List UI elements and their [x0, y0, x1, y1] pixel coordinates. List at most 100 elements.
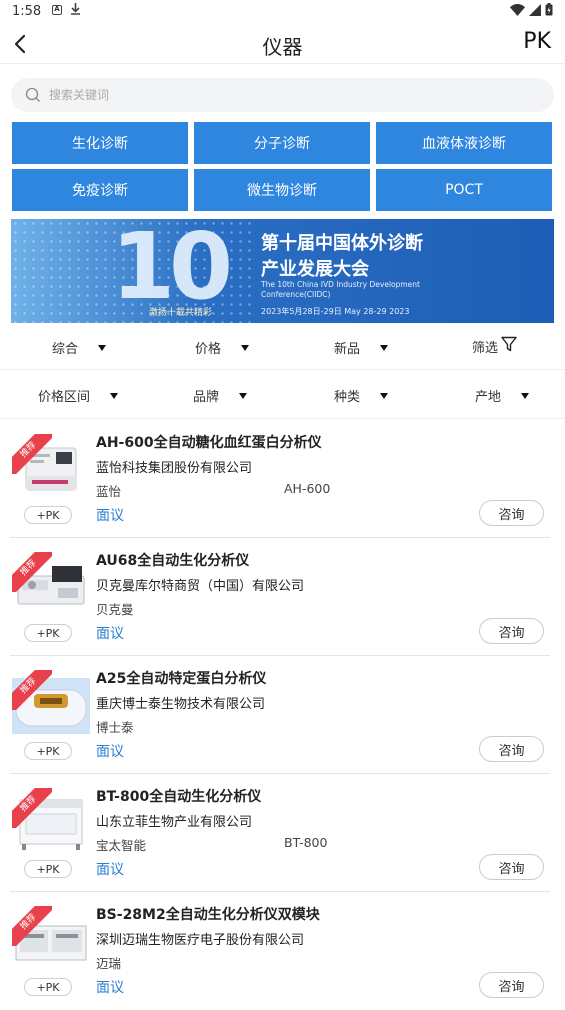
filter-label: 筛选: [472, 341, 499, 356]
filter-label: 品牌: [193, 390, 220, 405]
banner-date: 2023年5月28日-29日 May 28-29 2023: [261, 307, 410, 316]
dropdown-arrow-icon: [521, 392, 530, 399]
filter-funnel-icon: [501, 336, 517, 357]
filter-brand[interactable]: 品牌: [193, 386, 248, 405]
product-model: AH-600: [284, 481, 331, 496]
product-brand: 博士泰: [96, 720, 134, 735]
consult-button[interactable]: 咨询: [479, 854, 544, 880]
battery-icon: [545, 3, 553, 20]
category-molecular[interactable]: 分子诊断: [194, 122, 370, 164]
banner-title-line2: 产业发展大会: [261, 259, 369, 280]
filter-label: 产地: [475, 390, 502, 405]
pk-button[interactable]: PK: [523, 29, 551, 54]
product-company: 山东立菲生物产业有限公司: [96, 815, 253, 830]
sort-comprehensive[interactable]: 综合: [52, 338, 107, 357]
category-grid: 生化诊断 分子诊断 血液体液诊断 免疫诊断 微生物诊断 POCT: [12, 122, 553, 211]
sort-label: 综合: [52, 342, 79, 357]
category-poct[interactable]: POCT: [376, 169, 552, 211]
product-company: 重庆博士泰生物技术有限公司: [96, 697, 266, 712]
a-notification-icon: A: [52, 5, 62, 15]
promo-banner[interactable]: 10 激扬十载共精彩 第十届中国体外诊断 产业发展大会 The 10th Chi…: [11, 219, 554, 323]
recommend-badge: 推荐: [12, 788, 52, 828]
category-microbiology[interactable]: 微生物诊断: [194, 169, 370, 211]
sort-price[interactable]: 价格: [195, 338, 250, 357]
product-item[interactable]: 推荐 +PK BS-28M2全自动生化分析仪双模块 深圳迈瑞生物医疗电子股份有限…: [0, 892, 565, 1010]
product-price: 面议: [96, 980, 124, 996]
filter-label: 种类: [334, 390, 361, 405]
recommend-badge: 推荐: [12, 434, 52, 474]
product-name[interactable]: BT-800全自动生化分析仪: [96, 786, 261, 806]
back-arrow-icon: [14, 34, 26, 54]
filter-bar: 价格区间 品牌 种类 产地: [0, 371, 565, 419]
product-price: 面议: [96, 862, 124, 878]
add-pk-button[interactable]: +PK: [24, 978, 72, 996]
product-brand: 蓝怡: [96, 484, 122, 499]
consult-button[interactable]: 咨询: [479, 500, 544, 526]
filter-label: 价格区间: [38, 390, 91, 405]
banner-title-line1: 第十届中国体外诊断: [261, 233, 423, 254]
dropdown-arrow-icon: [110, 392, 119, 399]
dropdown-arrow-icon: [239, 392, 248, 399]
page-title: 仪器: [262, 35, 303, 59]
status-time: 1:58: [12, 4, 42, 19]
category-biochemical[interactable]: 生化诊断: [12, 122, 188, 164]
product-name[interactable]: A25全自动特定蛋白分析仪: [96, 668, 266, 688]
product-model: BT-800: [284, 835, 328, 850]
search-icon: [25, 87, 41, 107]
add-pk-button[interactable]: +PK: [24, 506, 72, 524]
consult-button[interactable]: 咨询: [479, 736, 544, 762]
product-price: 面议: [96, 744, 124, 760]
filter-button[interactable]: 筛选: [472, 336, 517, 357]
dropdown-arrow-icon: [380, 392, 389, 399]
dropdown-arrow-icon: [380, 344, 389, 351]
product-image: 推荐: [12, 552, 90, 620]
filter-price-range[interactable]: 价格区间: [38, 386, 119, 405]
recommend-badge: 推荐: [12, 670, 52, 710]
sort-bar: 综合 价格 新品 筛选: [0, 324, 565, 370]
recommend-badge: 推荐: [12, 906, 52, 946]
product-image: 推荐: [12, 670, 90, 738]
dropdown-arrow-icon: [241, 344, 250, 351]
nav-bar: 仪器 PK: [0, 24, 565, 64]
add-pk-button[interactable]: +PK: [24, 860, 72, 878]
sort-label: 价格: [195, 342, 222, 357]
signal-icon: [529, 3, 541, 20]
product-item[interactable]: 推荐 +PK BT-800全自动生化分析仪 山东立菲生物产业有限公司 宝太智能 …: [0, 774, 565, 892]
product-brand: 宝太智能: [96, 838, 147, 853]
product-company: 蓝怡科技集团股份有限公司: [96, 461, 253, 476]
product-company: 贝克曼库尔特商贸（中国）有限公司: [96, 579, 305, 594]
filter-origin[interactable]: 产地: [475, 386, 530, 405]
product-image: 推荐: [12, 434, 90, 502]
banner-slogan: 激扬十载共精彩: [149, 308, 213, 318]
add-pk-button[interactable]: +PK: [24, 624, 72, 642]
product-name[interactable]: AU68全自动生化分析仪: [96, 550, 249, 570]
status-bar: 1:58 A: [0, 0, 565, 24]
dropdown-arrow-icon: [98, 344, 107, 351]
product-brand: 迈瑞: [96, 956, 122, 971]
product-name[interactable]: BS-28M2全自动生化分析仪双模块: [96, 904, 320, 924]
product-brand: 贝克曼: [96, 602, 134, 617]
add-pk-button[interactable]: +PK: [24, 742, 72, 760]
product-item[interactable]: 推荐 +PK A25全自动特定蛋白分析仪 重庆博士泰生物技术有限公司 博士泰 面…: [0, 656, 565, 774]
product-price: 面议: [96, 508, 124, 524]
category-blood-fluid[interactable]: 血液体液诊断: [376, 122, 552, 164]
product-item[interactable]: 推荐 +PK AH-600全自动糖化血红蛋白分析仪 蓝怡科技集团股份有限公司 蓝…: [0, 420, 565, 538]
banner-english-text: The 10th China IVD Industry Development …: [261, 280, 420, 299]
search-bar[interactable]: [11, 78, 554, 112]
product-image: 推荐: [12, 788, 90, 856]
product-item[interactable]: 推荐 +PK AU68全自动生化分析仪 贝克曼库尔特商贸（中国）有限公司 贝克曼…: [0, 538, 565, 656]
category-immuno[interactable]: 免疫诊断: [12, 169, 188, 211]
product-name[interactable]: AH-600全自动糖化血红蛋白分析仪: [96, 432, 322, 452]
consult-button[interactable]: 咨询: [479, 618, 544, 644]
product-price: 面议: [96, 626, 124, 642]
filter-type[interactable]: 种类: [334, 386, 389, 405]
back-button[interactable]: [10, 28, 38, 58]
recommend-badge: 推荐: [12, 552, 52, 592]
download-icon: [70, 2, 81, 19]
sort-label: 新品: [334, 342, 361, 357]
search-input[interactable]: [49, 78, 539, 112]
product-image: 推荐: [12, 906, 90, 974]
sort-new[interactable]: 新品: [334, 338, 389, 357]
product-company: 深圳迈瑞生物医疗电子股份有限公司: [96, 933, 305, 948]
consult-button[interactable]: 咨询: [479, 972, 544, 998]
